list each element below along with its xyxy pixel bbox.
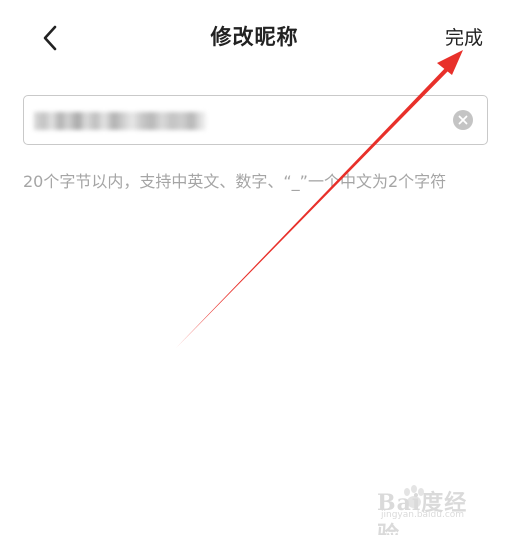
clear-icon (458, 115, 468, 125)
nav-bar: 修改昵称 完成 (0, 0, 509, 78)
paw-logo-icon (404, 485, 424, 508)
edit-nickname-page: 修改昵称 完成 20个字节以内，支持中英文、数字、“_”一个中文为2个字符 Ba… (0, 0, 509, 535)
nickname-input[interactable] (36, 106, 436, 134)
watermark-url: jingyan.baidu.com (381, 510, 465, 520)
done-button[interactable]: 完成 (445, 24, 483, 52)
baidu-jingyan-watermark: Bai度经验 jingyan.baidu.com (367, 483, 487, 535)
annotation-arrow (176, 50, 463, 348)
clear-button[interactable] (453, 110, 473, 130)
watermark-brand: Bai度经验 (377, 490, 468, 535)
page-title: 修改昵称 (210, 25, 299, 49)
nickname-field[interactable] (23, 95, 488, 145)
nickname-hint: 20个字节以内，支持中英文、数字、“_”一个中文为2个字符 (23, 172, 447, 191)
